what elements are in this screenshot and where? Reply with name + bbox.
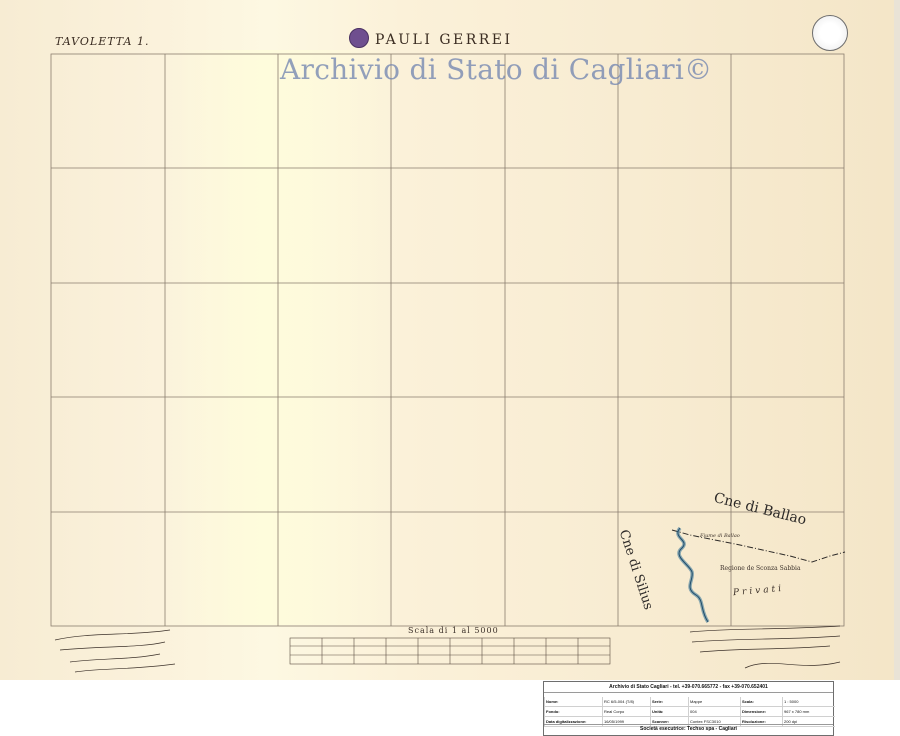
info-grid: Nome: RC 6/5-004 (T/8) Serie: Mappe Scal…	[544, 697, 835, 727]
info-footer: Società esecutrice: Techso spa - Cagliar…	[544, 724, 833, 734]
river	[676, 526, 710, 623]
map-title: PAULI GERREI	[375, 32, 513, 48]
grid-border	[50, 53, 845, 627]
info-value: Real Corpo	[602, 707, 650, 717]
info-label: Fondo:	[544, 707, 602, 717]
signature-right	[689, 625, 841, 669]
archive-info-panel: Archivio di Stato Cagliari - tel. +39-07…	[543, 681, 835, 736]
survey-boundary	[671, 529, 846, 563]
scale-bar	[289, 637, 611, 665]
sheet-number: TAVOLETTA 1.	[55, 35, 150, 48]
archive-stamp	[349, 28, 369, 48]
info-header: Archivio di Stato Cagliari - tel. +39-07…	[544, 683, 833, 693]
info-value: 004	[688, 707, 740, 717]
info-value: RC 6/5-004 (T/8)	[602, 697, 650, 707]
info-label: Serie:	[650, 697, 688, 707]
signature-left	[54, 629, 176, 673]
info-label: Dimensione:	[740, 707, 782, 717]
map-sheet: TAVOLETTA 1. PAULI GERREI Archivio di St…	[0, 0, 900, 680]
river-label: Fiume di Ballao	[700, 533, 740, 539]
map-drawing	[50, 53, 846, 673]
info-label: Scala:	[740, 697, 782, 707]
info-label: Unità:	[650, 707, 688, 717]
regione-label: Regione de Sconza Sabbia	[720, 565, 801, 572]
archive-seal	[812, 15, 848, 51]
info-value: 967 x 780 mm	[782, 707, 835, 717]
info-label: Nome:	[544, 697, 602, 707]
info-value: Mappe	[688, 697, 740, 707]
scale-label: Scala di 1 al 5000	[408, 626, 499, 635]
archive-watermark: Archivio di Stato di Cagliari©	[280, 53, 713, 86]
map-grid	[50, 53, 845, 627]
info-value: 1 : 5000	[782, 697, 835, 707]
